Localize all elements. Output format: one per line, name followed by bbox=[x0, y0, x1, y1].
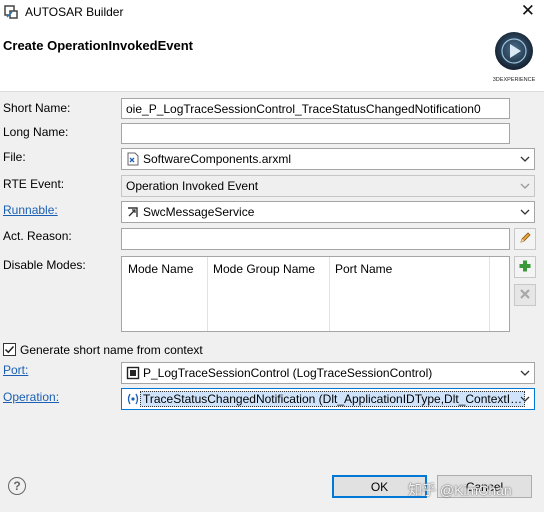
act-reason-label: Act. Reason: bbox=[3, 229, 72, 243]
short-name-label: Short Name: bbox=[3, 101, 71, 115]
dialog-title: Create OperationInvokedEvent bbox=[3, 38, 193, 53]
column-header-port-name[interactable]: Port Name bbox=[335, 262, 392, 276]
operation-icon bbox=[126, 392, 140, 406]
column-divider bbox=[207, 257, 208, 331]
rte-event-value: Operation Invoked Event bbox=[126, 179, 259, 193]
port-combo[interactable]: P_LogTraceSessionControl (LogTraceSessio… bbox=[121, 362, 535, 384]
close-icon[interactable]: ✕ bbox=[521, 1, 535, 21]
column-header-mode-group-name[interactable]: Mode Group Name bbox=[213, 262, 315, 276]
operation-combo[interactable]: TraceStatusChangedNotification (Dlt_Appl… bbox=[121, 388, 535, 410]
act-reason-input[interactable] bbox=[121, 228, 510, 250]
runnable-value: SwcMessageService bbox=[143, 205, 255, 219]
ok-button[interactable]: OK bbox=[332, 475, 427, 498]
runnable-icon bbox=[126, 205, 140, 219]
chevron-down-icon[interactable] bbox=[516, 202, 534, 222]
chevron-down-icon[interactable] bbox=[516, 149, 534, 169]
column-divider bbox=[489, 257, 490, 331]
operation-value: TraceStatusChangedNotification (Dlt_Appl… bbox=[140, 391, 526, 407]
delete-x-icon bbox=[518, 287, 532, 304]
port-icon bbox=[126, 366, 140, 380]
3dexperience-logo: 3DEXPERIENCE bbox=[490, 29, 538, 85]
chevron-down-icon[interactable] bbox=[516, 363, 534, 383]
help-button[interactable]: ? bbox=[8, 477, 26, 495]
disable-modes-label: Disable Modes: bbox=[3, 258, 86, 272]
generate-short-name-checkbox[interactable] bbox=[3, 343, 16, 356]
chevron-down-icon bbox=[516, 176, 534, 196]
runnable-link[interactable]: Runnable: bbox=[3, 203, 58, 217]
port-link[interactable]: Port: bbox=[3, 363, 28, 377]
dialog-header: Create OperationInvokedEvent 3DEXPERIENC… bbox=[0, 24, 544, 92]
generate-short-name-label[interactable]: Generate short name from context bbox=[20, 343, 203, 357]
rte-event-label: RTE Event: bbox=[3, 177, 65, 191]
short-name-input[interactable]: oie_P_LogTraceSessionControl_TraceStatus… bbox=[121, 98, 510, 119]
disable-modes-table[interactable]: Mode Name Mode Group Name Port Name bbox=[121, 256, 510, 332]
file-value: SoftwareComponents.arxml bbox=[143, 152, 292, 166]
title-bar: AUTOSAR Builder ✕ bbox=[0, 0, 544, 24]
column-divider bbox=[329, 257, 330, 331]
cancel-button[interactable]: Cancel bbox=[437, 475, 532, 498]
column-header-mode-name[interactable]: Mode Name bbox=[128, 262, 193, 276]
short-name-value: oie_P_LogTraceSessionControl_TraceStatus… bbox=[126, 101, 481, 116]
add-mode-button[interactable] bbox=[514, 256, 536, 278]
arxml-file-icon bbox=[126, 152, 140, 166]
long-name-label: Long Name: bbox=[3, 125, 69, 139]
long-name-input[interactable] bbox=[121, 123, 510, 144]
runnable-combo[interactable]: SwcMessageService bbox=[121, 201, 535, 223]
plus-icon bbox=[518, 259, 532, 276]
remove-mode-button[interactable] bbox=[514, 284, 536, 306]
rte-event-combo: Operation Invoked Event bbox=[121, 175, 535, 197]
file-label: File: bbox=[3, 150, 26, 164]
help-icon: ? bbox=[13, 479, 21, 493]
window-title: AUTOSAR Builder bbox=[25, 5, 124, 19]
checkmark-icon bbox=[4, 345, 15, 354]
logo-text: 3DEXPERIENCE bbox=[493, 77, 536, 83]
autosar-builder-icon bbox=[3, 4, 19, 20]
pencil-icon bbox=[518, 231, 532, 248]
file-combo[interactable]: SoftwareComponents.arxml bbox=[121, 148, 535, 170]
edit-act-reason-button[interactable] bbox=[514, 228, 536, 250]
port-value: P_LogTraceSessionControl (LogTraceSessio… bbox=[143, 366, 433, 380]
chevron-down-icon[interactable] bbox=[516, 389, 534, 409]
operation-link[interactable]: Operation: bbox=[3, 390, 59, 404]
